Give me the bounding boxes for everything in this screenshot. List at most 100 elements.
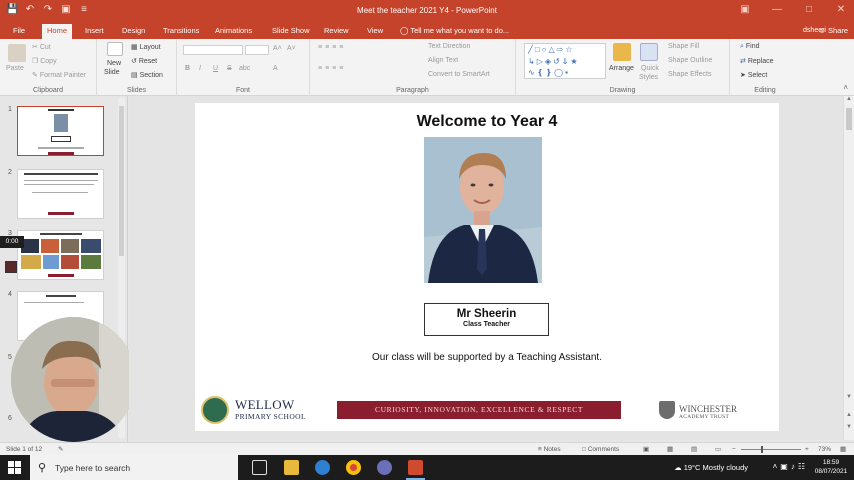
italic-button[interactable]: I: [199, 65, 201, 72]
minimize-icon[interactable]: —: [772, 3, 782, 17]
scrollbar-thumb[interactable]: [846, 108, 852, 130]
new-slide-button[interactable]: New: [107, 60, 121, 67]
list-icons[interactable]: ≡≡≡≡: [318, 44, 346, 51]
zoom-in-icon[interactable]: +: [805, 444, 809, 455]
format-painter-button[interactable]: ✎ Format Painter: [32, 71, 86, 79]
paste-button[interactable]: Paste: [6, 65, 24, 72]
font-size-input[interactable]: [245, 45, 269, 55]
teacher-photo[interactable]: [424, 137, 542, 283]
zoom-slider-knob[interactable]: [761, 446, 763, 453]
task-view-icon[interactable]: [252, 460, 267, 475]
maximize-icon[interactable]: □: [804, 3, 814, 17]
file-explorer-icon[interactable]: [284, 460, 299, 475]
normal-view-icon[interactable]: ▣: [643, 444, 649, 455]
taskbar-search[interactable]: ⚲ Type here to search: [30, 455, 238, 480]
select-button[interactable]: ➤ Select: [740, 71, 767, 79]
ribbon-display-icon[interactable]: ▣: [740, 3, 750, 17]
convert-smartart-button[interactable]: Convert to SmartArt: [428, 71, 490, 78]
edge-icon[interactable]: [315, 460, 330, 475]
quick-styles-icon[interactable]: [640, 43, 658, 61]
comments-button[interactable]: □ Comments: [582, 444, 619, 455]
motto-banner[interactable]: CURIOSITY, INNOVATION, EXCELLENCE & RESP…: [337, 401, 621, 419]
tab-view[interactable]: View: [362, 24, 388, 39]
tab-slide-show[interactable]: Slide Show: [267, 24, 315, 39]
slideshow-view-icon[interactable]: ▭: [715, 444, 721, 455]
underline-button[interactable]: U: [213, 65, 218, 72]
quick-styles-button[interactable]: Quick: [641, 65, 659, 72]
strikethrough-button[interactable]: S: [227, 65, 232, 72]
slide-title[interactable]: Welcome to Year 4: [195, 113, 779, 131]
align-icons[interactable]: ≡≡≡≡: [318, 65, 346, 72]
copy-button[interactable]: ❐ Copy: [32, 57, 57, 65]
bold-button[interactable]: B: [185, 65, 190, 72]
reset-button[interactable]: ↺ Reset: [131, 57, 157, 65]
notes-button[interactable]: ≡ Notes: [538, 444, 561, 455]
new-slide-icon[interactable]: [107, 42, 123, 56]
spellcheck-icon[interactable]: ✎: [58, 444, 63, 455]
font-color-icon[interactable]: A: [273, 65, 278, 72]
slide-scrollbar[interactable]: ▲ ▼ ▲ ▼: [843, 96, 854, 440]
tab-transitions[interactable]: Transitions: [158, 24, 204, 39]
collapse-ribbon-icon[interactable]: ˄: [843, 83, 848, 92]
shrink-font-icon[interactable]: A˅: [287, 45, 296, 52]
tab-design[interactable]: Design: [117, 24, 150, 39]
tab-home[interactable]: Home: [42, 24, 73, 39]
windows-start-icon[interactable]: [8, 461, 21, 474]
scroll-up-icon[interactable]: ▲: [846, 96, 852, 102]
grow-font-icon[interactable]: A˄: [273, 45, 282, 52]
shape-effects-button[interactable]: Shape Effects: [668, 71, 711, 78]
shape-outline-button[interactable]: Shape Outline: [668, 57, 712, 64]
weather-widget[interactable]: ☁ 19°C Mostly cloudy: [674, 463, 748, 472]
editing-group: ⌕ Find ⇄ Replace ➤ Select Editing: [730, 39, 800, 96]
layout-button[interactable]: ▦ Layout: [131, 43, 161, 51]
align-text-button[interactable]: Align Text: [428, 57, 458, 64]
tab-animations[interactable]: Animations: [210, 24, 257, 39]
shapes-gallery[interactable]: ╱□○△⇨☆ ↳▷◈↺⇓★ ∿❴❵◯▪: [524, 43, 606, 79]
text-direction-button[interactable]: Text Direction: [428, 43, 470, 50]
support-text[interactable]: Our class will be supported by a Teachin…: [195, 352, 779, 363]
scroll-down-icon[interactable]: ▼: [846, 394, 852, 400]
quick-styles-label2[interactable]: Styles: [639, 74, 658, 81]
app-icon[interactable]: [377, 460, 392, 475]
previous-slide-icon[interactable]: ▲: [846, 412, 852, 418]
zoom-out-icon[interactable]: −: [732, 444, 736, 455]
zoom-slider[interactable]: [741, 449, 801, 450]
next-slide-icon[interactable]: ▼: [846, 424, 852, 430]
shape-fill-button[interactable]: Shape Fill: [668, 43, 699, 50]
reading-view-icon[interactable]: ▤: [691, 444, 697, 455]
thumb-number: 1: [8, 106, 12, 113]
shadow-button[interactable]: abc: [239, 65, 250, 72]
zoom-level[interactable]: 73%: [818, 444, 831, 455]
tab-review[interactable]: Review: [319, 24, 354, 39]
slide-thumbnail-1[interactable]: [17, 106, 104, 156]
section-button[interactable]: ▤ Section: [131, 71, 163, 79]
paste-icon[interactable]: [8, 44, 26, 62]
record-stop-icon[interactable]: [5, 261, 17, 273]
fit-to-window-icon[interactable]: ▦: [840, 444, 846, 455]
find-button[interactable]: ⌕ Find: [740, 43, 760, 51]
arrange-icon[interactable]: [613, 43, 631, 61]
slide-thumbnail-3[interactable]: [17, 230, 104, 280]
tell-me-search[interactable]: ◯ Tell me what you want to do...: [400, 24, 509, 38]
share-button[interactable]: ☺ Share: [818, 24, 848, 38]
tab-insert[interactable]: Insert: [80, 24, 109, 39]
wellow-school-logo[interactable]: WELLOW PRIMARY SCHOOL: [201, 395, 311, 425]
close-icon[interactable]: ✕: [836, 3, 846, 17]
clock[interactable]: 18:59 08/07/2021: [814, 458, 848, 476]
new-slide-button-label[interactable]: Slide: [104, 69, 120, 76]
slide-sorter-icon[interactable]: ▦: [667, 444, 673, 455]
arrange-button[interactable]: Arrange: [609, 65, 634, 72]
slide-thumbnail-2[interactable]: [17, 169, 104, 219]
tray-icons[interactable]: ˄▣♪☷: [773, 462, 808, 471]
powerpoint-icon[interactable]: [406, 460, 425, 480]
scrollbar-thumb[interactable]: [119, 106, 124, 256]
cut-button[interactable]: ✂ Cut: [32, 43, 51, 51]
chrome-icon[interactable]: [346, 460, 361, 475]
teacher-name-box[interactable]: Mr Sheerin Class Teacher: [424, 303, 549, 336]
font-name-input[interactable]: [183, 45, 243, 55]
current-slide[interactable]: Welcome to Year 4 Mr Sheerin Class Teach…: [195, 103, 779, 431]
replace-button[interactable]: ⇄ Replace: [740, 57, 774, 65]
reset-icon: ↺: [131, 58, 139, 65]
trust-logo[interactable]: WINCHESTER ACADEMY TRUST: [659, 399, 737, 423]
tab-file[interactable]: File: [8, 24, 30, 39]
